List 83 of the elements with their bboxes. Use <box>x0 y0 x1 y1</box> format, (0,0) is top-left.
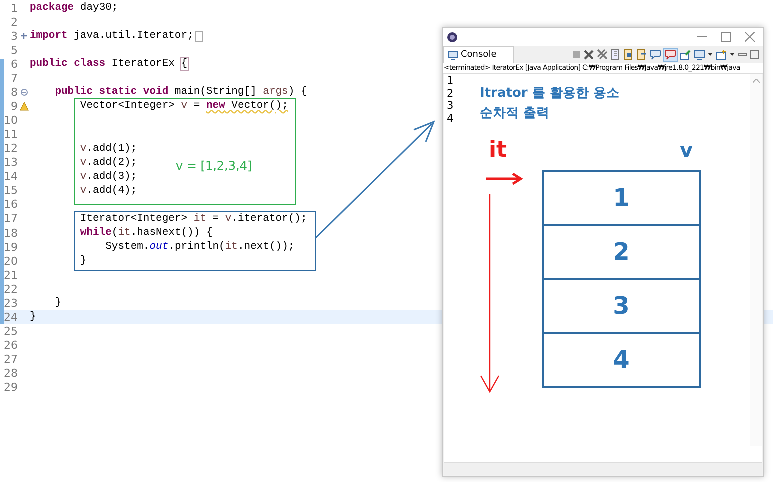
warning-icon <box>20 102 28 111</box>
line-number: 5 <box>10 44 18 57</box>
vector-cell: 2 <box>544 226 699 280</box>
dropdown-icon[interactable] <box>730 53 735 56</box>
line-number: 7 <box>10 72 18 85</box>
arrow <box>486 173 524 185</box>
line-number: 16 <box>3 198 18 212</box>
chat-icon[interactable] <box>650 50 661 60</box>
vector-cell-text: 4 <box>612 345 631 376</box>
vector-cell: 3 <box>544 280 699 334</box>
code-text: v.add(2); <box>79 156 138 169</box>
pointer-label: it <box>489 140 508 162</box>
line-number: 11 <box>3 128 18 142</box>
remove-all-icon[interactable] <box>597 49 608 60</box>
expand-icon[interactable] <box>21 33 27 40</box>
line-number: 14 <box>3 170 18 184</box>
chat-icon[interactable] <box>664 48 677 60</box>
note-text: Itrator 를 활용한 용소 <box>480 85 620 102</box>
folded-code-marker[interactable] <box>194 30 203 42</box>
line-number: 28 <box>3 367 18 380</box>
code-text: package day30; <box>30 2 118 14</box>
new-console-icon[interactable] <box>716 50 727 60</box>
line-number: 1 <box>10 2 18 15</box>
monitor-icon <box>448 50 458 60</box>
scrollbar[interactable] <box>750 74 762 446</box>
close-icon[interactable] <box>745 32 755 42</box>
line-number: 10 <box>3 114 18 128</box>
line-number: 27 <box>3 353 18 366</box>
app-icon <box>447 32 458 42</box>
line-number: 3 <box>10 30 18 43</box>
remove-icon[interactable] <box>584 50 594 60</box>
line-number: 15 <box>3 184 18 198</box>
line-number: 13 <box>3 156 18 170</box>
line-number: 24 <box>3 310 18 324</box>
collapse-icon[interactable] <box>20 88 28 96</box>
document-icon[interactable] <box>637 49 647 60</box>
maximize-icon[interactable] <box>750 50 759 59</box>
line-number: 8 <box>10 86 18 99</box>
document-icon[interactable] <box>611 49 621 60</box>
vector-cell: 1 <box>544 172 699 226</box>
line-number: 17 <box>3 212 18 226</box>
console-tab[interactable]: Console <box>443 46 514 64</box>
code-text: v.add(1); <box>79 142 138 155</box>
code-text: while(it.hasNext()) { <box>79 227 213 240</box>
line-number: 29 <box>3 381 18 394</box>
output-line: 2 <box>447 88 454 100</box>
output-line: 4 <box>447 112 454 125</box>
line-number: 20 <box>3 254 18 268</box>
code-text: } <box>54 297 62 310</box>
code-text: Vector<Integer> v = new Vector(); <box>79 100 288 112</box>
code-text: } <box>79 255 87 268</box>
code-text: v.add(4); <box>79 184 138 197</box>
output-line: 3 <box>447 100 454 112</box>
vector-label: v <box>680 140 694 160</box>
code-text: System.out.println(it.next()); <box>104 241 295 254</box>
code-text: Iterator<Integer> it = v.iterator(); <box>79 212 308 225</box>
document-icon[interactable] <box>624 49 634 60</box>
annotation-text: v = [1,2,3,4] <box>176 159 252 173</box>
code-text: v.add(3); <box>79 170 138 183</box>
line-number: 21 <box>3 268 18 282</box>
code-text: import java.util.Iterator; <box>30 30 194 42</box>
line-number: 12 <box>3 142 18 156</box>
line-number: 23 <box>3 296 18 310</box>
maximize-icon[interactable] <box>721 32 731 42</box>
line-number: 9 <box>10 100 18 113</box>
code-text: public class IteratorEx { <box>30 58 188 70</box>
stop-icon[interactable] <box>572 50 581 59</box>
dropdown-icon[interactable] <box>708 53 713 56</box>
line-number: 22 <box>3 282 18 296</box>
scrollbar[interactable] <box>444 462 762 475</box>
monitor-icon[interactable] <box>694 50 705 60</box>
line-number: 18 <box>3 226 18 240</box>
line-number: 26 <box>3 339 18 352</box>
line-number: 6 <box>10 58 18 71</box>
output-line: 1 <box>447 75 454 88</box>
code-text: } <box>30 311 36 324</box>
line-number: 2 <box>10 16 18 29</box>
scroll-up-icon[interactable] <box>752 79 760 83</box>
line-number: 25 <box>3 324 18 338</box>
minimize-icon[interactable] <box>738 52 747 56</box>
note-text: 순차적 출력 <box>480 105 551 122</box>
code-text: public static void main(String[] args) { <box>54 86 308 98</box>
line-number: 19 <box>3 240 18 254</box>
